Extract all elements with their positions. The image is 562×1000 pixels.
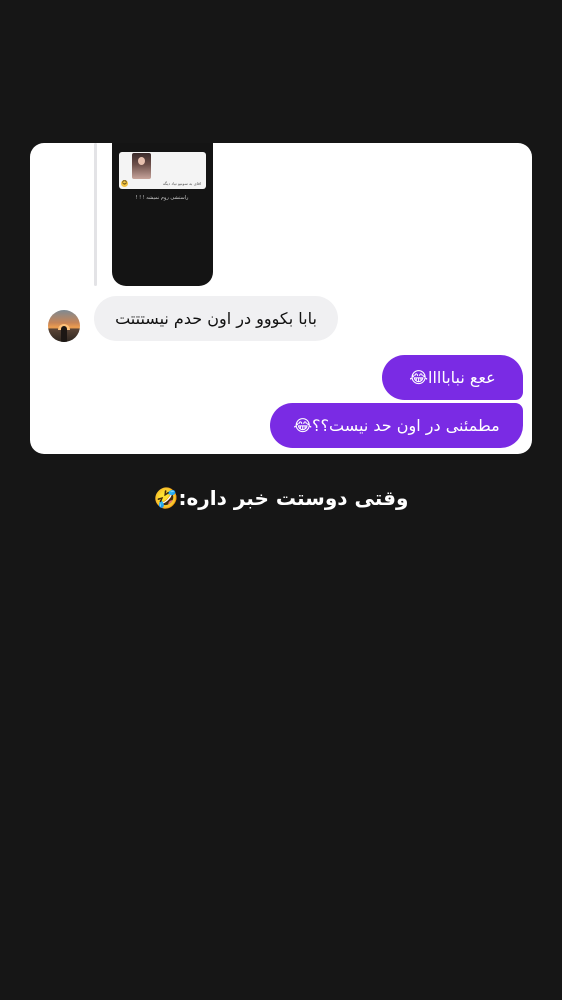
chat-screenshot-card: ☺ اقای به سونیو تیاد دیگه راستشی روم نمی… — [30, 143, 532, 454]
story-card-text: اقای به سونیو تیاد دیگه — [162, 181, 201, 186]
message-bubble-outgoing[interactable]: ععع نباباااا😂 — [382, 355, 523, 400]
story-photo — [132, 153, 151, 179]
avatar[interactable] — [48, 310, 80, 342]
message-bubble-incoming[interactable]: بابا بکووو در اون حدم نیستتتت — [94, 296, 338, 341]
story-caption: راستشی روم نمیشه ! ! ! — [135, 195, 189, 201]
meme-caption: وقتی دوستت خبر داره:🤣 — [153, 486, 409, 510]
story-emoji-icon: ☺ — [121, 180, 128, 187]
story-inner-card: ☺ اقای به سونیو تیاد دیگه — [119, 152, 206, 189]
message-bubble-outgoing[interactable]: مطمئنی در اون حد نیست؟؟😂 — [270, 403, 523, 448]
reply-indicator-line — [94, 143, 97, 286]
shared-story-preview[interactable]: ☺ اقای به سونیو تیاد دیگه راستشی روم نمی… — [112, 143, 213, 286]
